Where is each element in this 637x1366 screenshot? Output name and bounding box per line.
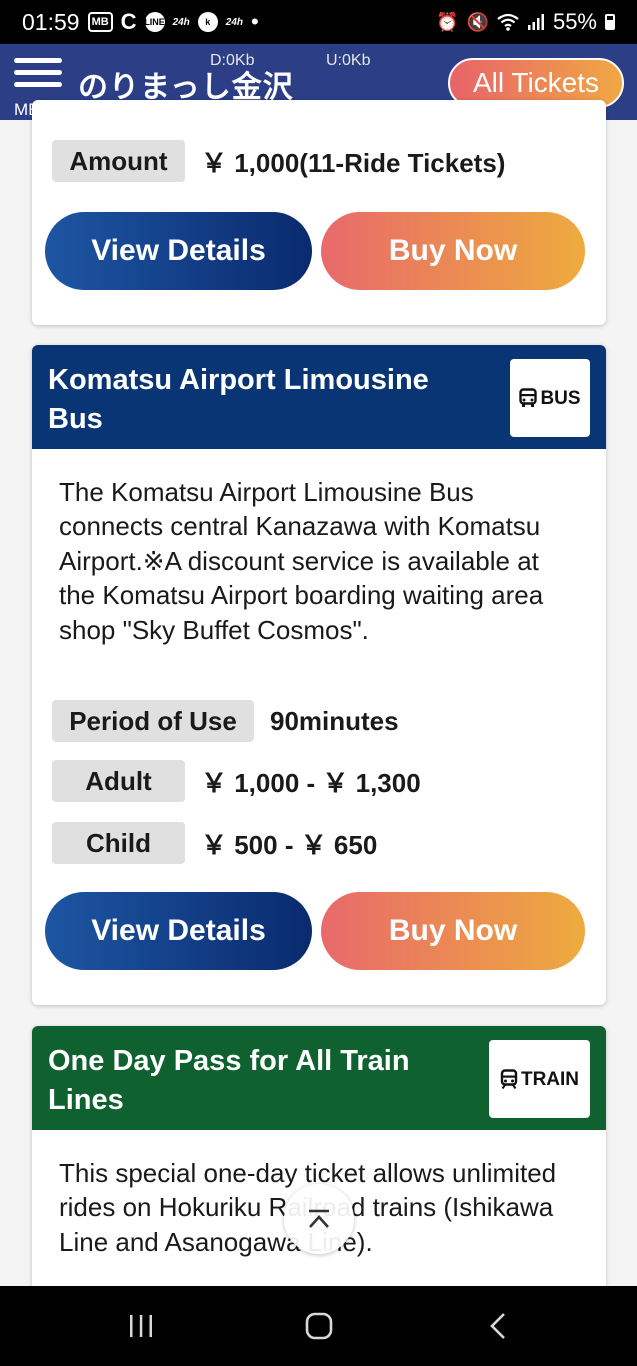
transport-type-badge: BUS — [510, 359, 590, 437]
bus-icon — [519, 388, 538, 407]
system-navigation-bar — [0, 1286, 637, 1366]
period-row: Period of Use 90minutes — [52, 700, 399, 742]
ticket-card-one-day-pass: One Day Pass for All Train Lines TRAIN T… — [32, 1026, 606, 1316]
status-time: 01:59 — [22, 8, 80, 35]
buy-now-button[interactable]: Buy Now — [321, 212, 585, 290]
transport-type-badge: TRAIN — [489, 1040, 590, 1118]
child-price-row: Child ￥ 500 - ￥ 650 — [52, 822, 377, 864]
recent-apps-button[interactable] — [119, 1306, 163, 1346]
more-notifications-dot-icon: • — [251, 9, 259, 34]
adult-price: ￥ 1,000 - ￥ 1,300 — [201, 767, 421, 798]
view-details-button[interactable]: View Details — [45, 212, 312, 290]
battery-icon — [605, 14, 615, 30]
download-speed: D:0Kb — [210, 52, 255, 69]
adult-price-row: Adult ￥ 1,000 - ￥ 1,300 — [52, 760, 421, 802]
back-button[interactable] — [476, 1306, 520, 1346]
amount-tag: Amount — [52, 140, 185, 182]
home-icon — [305, 1312, 333, 1340]
ticket-card-partial: Amount ￥ 1,000(11-Ride Tickets) View Det… — [32, 100, 606, 325]
line-notification-icon: LINE — [144, 12, 165, 32]
ticket-card-limousine-bus: Komatsu Airport Limousine Bus BUS The Ko… — [32, 345, 606, 1005]
transport-type-label: BUS — [540, 387, 581, 409]
home-button[interactable] — [297, 1306, 341, 1346]
child-tag: Child — [52, 822, 185, 864]
24h-notification-icon: 24h — [172, 16, 190, 28]
scroll-to-top-button[interactable] — [284, 1184, 354, 1254]
recent-apps-icon — [130, 1315, 152, 1337]
period-tag: Period of Use — [52, 700, 254, 742]
card-description: The Komatsu Airport Limousine Bus connec… — [59, 477, 544, 645]
amount-value: ￥ 1,000(11-Ride Tickets) — [201, 147, 506, 178]
c-notification-icon: C — [120, 9, 137, 34]
view-details-button[interactable]: View Details — [45, 892, 312, 970]
24h-notification-icon-2: 24h — [225, 16, 244, 28]
buy-now-button[interactable]: Buy Now — [321, 892, 585, 970]
amount-row: Amount ￥ 1,000(11-Ride Tickets) — [52, 140, 505, 182]
train-icon — [500, 1069, 518, 1089]
hamburger-icon-line — [14, 82, 62, 87]
adult-tag: Adult — [52, 760, 185, 802]
back-icon — [490, 1313, 505, 1339]
card-title-text: Komatsu Airport Limousine Bus — [48, 364, 429, 435]
transport-type-label: TRAIN — [520, 1068, 580, 1090]
mute-icon: 🔇 — [466, 11, 489, 32]
card-title: One Day Pass for All Train Lines TRAIN — [32, 1026, 606, 1130]
card-title-text: One Day Pass for All Train Lines — [48, 1045, 410, 1116]
chevron-up-icon — [309, 1209, 329, 1228]
hamburger-icon — [14, 58, 62, 63]
status-bar: 01:59 MB C LINE 24h k 24h • ⏰ 🔇 55% — [0, 0, 637, 44]
card-title: Komatsu Airport Limousine Bus BUS — [32, 345, 606, 449]
hamburger-icon-line — [14, 70, 62, 75]
alarm-icon: ⏰ — [436, 11, 459, 32]
mb-notification-icon: MB — [87, 12, 113, 32]
child-price: ￥ 500 - ￥ 650 — [201, 829, 378, 860]
status-system-icons: ⏰ 🔇 55% — [436, 9, 615, 35]
upload-speed: U:0Kb — [326, 52, 371, 69]
k-notification-icon: k — [197, 12, 218, 32]
status-notification-icons: MB C LINE 24h k 24h • — [87, 9, 259, 35]
signal-icon — [527, 14, 544, 30]
battery-percent: 55% — [552, 9, 597, 34]
period-value: 90minutes — [270, 705, 399, 736]
wifi-icon — [497, 13, 519, 31]
